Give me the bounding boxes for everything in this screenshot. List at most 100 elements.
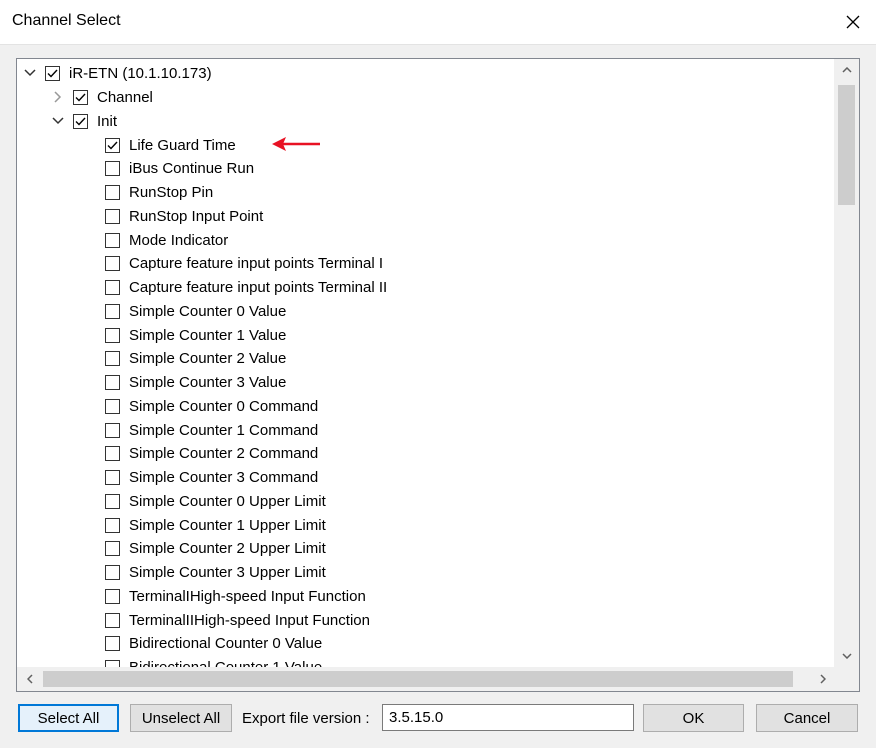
tree-item[interactable]: Simple Counter 2 Value	[105, 347, 286, 371]
tree-item-checkbox[interactable]	[105, 398, 120, 414]
scroll-right-button[interactable]	[810, 667, 835, 691]
tree-item-checkbox[interactable]	[105, 660, 120, 667]
tree-item-label: Simple Counter 1 Command	[129, 421, 319, 439]
window-title: Channel Select	[12, 12, 121, 29]
tree-item-label: Simple Counter 3 Upper Limit	[129, 564, 326, 581]
tree-item[interactable]: TerminalIIHigh-speed Input Function	[105, 608, 370, 632]
title-bar: Channel Select	[0, 0, 876, 44]
scrollbar-corner	[834, 667, 859, 691]
chevron-left-icon	[26, 674, 33, 684]
chevron-down-icon	[24, 69, 36, 77]
tree-item[interactable]: Simple Counter 0 Command	[105, 394, 318, 418]
tree-item[interactable]: Simple Counter 3 Command	[105, 466, 318, 490]
tree-rows: iR-ETN (10.1.10.173) Channel Init Life G…	[17, 59, 835, 667]
tree-item-checkbox[interactable]	[105, 588, 120, 604]
tree-item-checkbox[interactable]	[105, 375, 120, 390]
tree-item[interactable]: Bidirectional Counter 0 Value	[105, 632, 322, 656]
tree-item-label: Simple Counter 1 Upper Limit	[129, 516, 326, 534]
tree-item-checkbox[interactable]	[105, 517, 120, 533]
tree-item-checkbox[interactable]	[105, 185, 120, 200]
export-version-input[interactable]	[382, 704, 634, 731]
tree-node-label: iR-ETN (10.1.10.173)	[69, 64, 212, 82]
chevron-right-icon	[54, 91, 62, 103]
horizontal-scroll-thumb[interactable]	[43, 671, 793, 687]
tree-item[interactable]: Capture feature input points Terminal II	[105, 276, 387, 300]
tree-item-label: Simple Counter 1 Value	[129, 326, 287, 344]
tree-item-checkbox[interactable]	[105, 161, 120, 177]
checkbox-channel[interactable]	[73, 89, 88, 105]
tree-item-label: Mode Indicator	[129, 231, 229, 249]
tree-item[interactable]: Simple Counter 2 Command	[105, 442, 318, 466]
tree-item-checkbox[interactable]	[105, 470, 120, 485]
tree-item-label: Bidirectional Counter 1 Value	[129, 659, 322, 667]
tree-item-checkbox[interactable]	[105, 351, 120, 367]
tree-item-checkbox[interactable]	[105, 137, 120, 153]
annotation-arrow-icon	[272, 137, 320, 151]
tree-item[interactable]: Capture feature input points Terminal I	[105, 252, 383, 276]
chevron-down-icon	[52, 117, 64, 125]
tree-item-checkbox[interactable]	[105, 636, 120, 652]
checkmark-icon	[75, 117, 86, 126]
tree-item-label: Simple Counter 2 Command	[129, 445, 319, 463]
tree-node-label: Channel	[97, 88, 153, 106]
scroll-down-button[interactable]	[834, 645, 859, 667]
scroll-left-button[interactable]	[17, 667, 42, 691]
tree-item[interactable]: Simple Counter 0 Upper Limit	[105, 489, 326, 513]
tree-item-checkbox[interactable]	[105, 446, 120, 462]
checkmark-icon	[47, 69, 58, 78]
tree-item-label: Simple Counter 2 Upper Limit	[129, 540, 326, 558]
tree-item-checkbox[interactable]	[105, 422, 120, 438]
tree-node-init[interactable]: Init	[49, 109, 117, 133]
expand-toggle[interactable]	[49, 112, 67, 130]
tree-item[interactable]: Simple Counter 3 Upper Limit	[105, 561, 326, 585]
tree-item[interactable]: RunStop Pin	[105, 181, 213, 205]
tree-item-checkbox[interactable]	[105, 232, 120, 248]
close-button[interactable]	[830, 0, 876, 44]
expand-toggle[interactable]	[21, 64, 39, 82]
tree-item[interactable]: Simple Counter 3 Value	[105, 371, 286, 395]
vertical-scrollbar[interactable]	[834, 59, 859, 667]
scroll-up-button[interactable]	[834, 59, 859, 81]
tree-item[interactable]: iBus Continue Run	[105, 157, 254, 181]
checkbox-init[interactable]	[73, 113, 88, 129]
tree-item[interactable]: TerminalIHigh-speed Input Function	[105, 584, 366, 608]
ok-button[interactable]: OK	[643, 704, 744, 732]
tree-item-checkbox[interactable]	[105, 280, 120, 295]
expand-toggle[interactable]	[49, 88, 67, 106]
unselect-all-button[interactable]: Unselect All	[130, 704, 232, 732]
checkbox-root[interactable]	[45, 65, 60, 81]
tree-item-checkbox[interactable]	[105, 303, 120, 319]
tree-item[interactable]: Simple Counter 2 Upper Limit	[105, 537, 326, 561]
cancel-button[interactable]: Cancel	[756, 704, 858, 732]
tree-item-label: Bidirectional Counter 0 Value	[129, 635, 323, 653]
tree-item[interactable]: Simple Counter 1 Value	[105, 323, 286, 347]
tree-item-label: TerminalIHigh-speed Input Function	[129, 587, 366, 605]
tree-item[interactable]: Simple Counter 0 Value	[105, 299, 286, 323]
chevron-up-icon	[841, 67, 852, 73]
tree-item-checkbox[interactable]	[105, 208, 120, 224]
select-all-button[interactable]: Select All	[18, 704, 119, 732]
tree-item-checkbox[interactable]	[105, 541, 120, 557]
checkmark-icon	[75, 93, 86, 102]
channel-tree[interactable]: iR-ETN (10.1.10.173) Channel Init Life G…	[16, 58, 860, 692]
tree-node-channel[interactable]: Channel	[49, 85, 153, 109]
tree-item-label: TerminalIIHigh-speed Input Function	[129, 611, 370, 629]
tree-item-checkbox[interactable]	[105, 565, 120, 580]
tree-item-checkbox[interactable]	[105, 493, 120, 509]
tree-item[interactable]: Life Guard Time	[105, 133, 236, 157]
tree-item-checkbox[interactable]	[105, 612, 120, 628]
tree-item-checkbox[interactable]	[105, 327, 120, 343]
tree-item[interactable]: Simple Counter 1 Upper Limit	[105, 513, 326, 537]
tree-node-root[interactable]: iR-ETN (10.1.10.173)	[21, 61, 212, 85]
tree-item-label: RunStop Input Point	[129, 207, 264, 225]
close-icon	[846, 15, 860, 29]
tree-item[interactable]: Mode Indicator	[105, 228, 228, 252]
tree-item[interactable]: Bidirectional Counter 1 Value	[105, 656, 322, 667]
tree-item-checkbox[interactable]	[105, 256, 120, 272]
tree-item-label: iBus Continue Run	[129, 160, 255, 178]
tree-item[interactable]: Simple Counter 1 Command	[105, 418, 318, 442]
horizontal-scrollbar[interactable]	[17, 667, 835, 691]
tree-item[interactable]: RunStop Input Point	[105, 204, 263, 228]
vertical-scroll-thumb[interactable]	[838, 85, 855, 205]
tree-item-label: RunStop Pin	[129, 184, 214, 201]
